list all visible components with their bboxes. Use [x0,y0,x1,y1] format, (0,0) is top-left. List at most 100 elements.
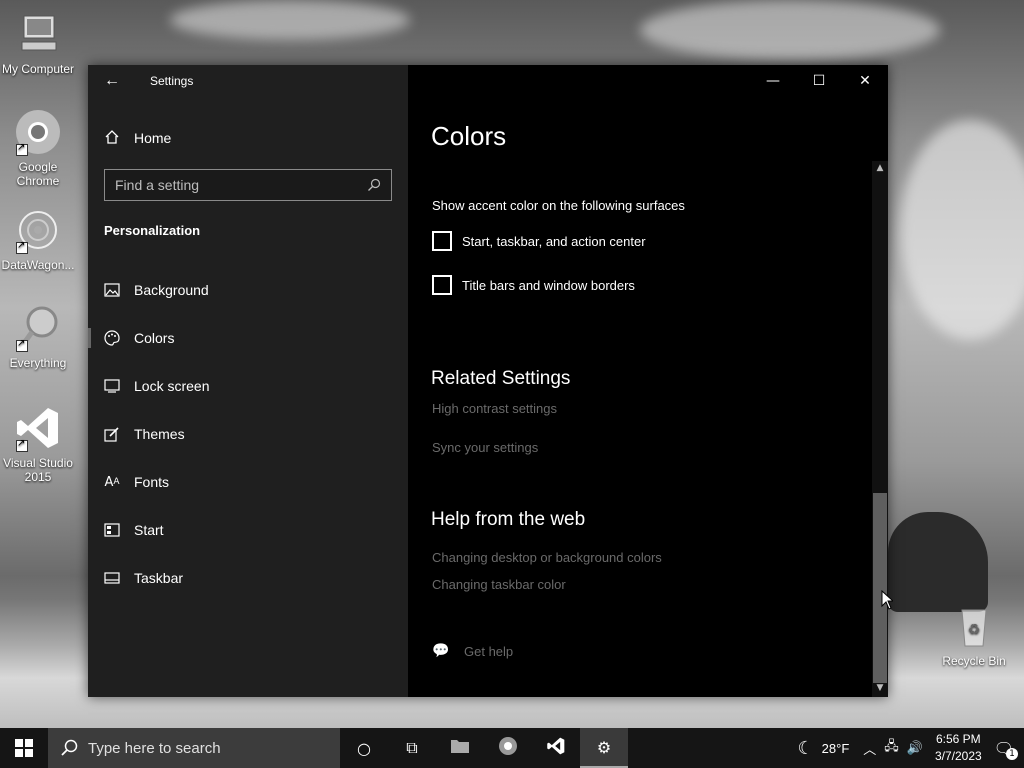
get-help-link[interactable]: 💬 Get help [432,643,513,659]
search-icon[interactable] [367,178,381,192]
checkbox-label: Title bars and window borders [462,277,635,293]
image-icon [104,282,120,298]
sync-settings-link[interactable]: Sync your settings [432,440,538,455]
notification-count: 1 [1006,747,1018,760]
rock [888,512,988,612]
desktop-icon-everything[interactable]: Everything [0,304,76,370]
back-button[interactable]: ← [98,69,126,93]
nav-item-label: Start [134,522,164,538]
start-icon [104,522,120,538]
chrome-icon [498,736,518,760]
lock-screen-icon [104,378,120,394]
help-desktop-colors-link[interactable]: Changing desktop or background colors [432,550,662,565]
cloud [640,0,940,60]
nav-home[interactable]: Home [104,127,171,149]
desktop-icon-label: Recycle Bin [942,654,1006,668]
nav-item-themes[interactable]: Themes [88,412,408,456]
content-scrollbar[interactable]: ▲ ▼ [872,161,888,697]
nav-item-label: Colors [134,330,175,346]
desktop-icon-visual-studio[interactable]: Visual Studio 2015 [0,404,76,484]
network-icon[interactable]: 🖧 [884,737,899,759]
accent-surfaces-heading: Show accent color on the following surfa… [432,198,685,213]
desktop-icon-datawagon[interactable]: DataWagon... [0,206,76,272]
page-title: Colors [431,121,507,151]
desktop-icon-label: Google Chrome [16,160,60,188]
nav-item-taskbar[interactable]: Taskbar [88,556,408,600]
themes-icon [104,426,120,442]
settings-nav-pane: Home Personalization Background Colors L… [88,65,408,697]
desktop-icon-my-computer[interactable]: My Computer [0,10,76,76]
windows-logo-icon [15,739,33,757]
magnifier-icon [14,304,62,352]
nav-item-label: Fonts [134,474,170,490]
settings-window: Home Personalization Background Colors L… [88,65,888,697]
nav-item-background[interactable]: Background [88,268,408,312]
nav-item-label: Background [134,282,209,298]
get-help-label: Get help [464,643,514,659]
chevron-up-icon[interactable]: ︿ [863,739,876,758]
shortcut-arrow-icon [16,240,28,254]
datawagon-icon [14,206,62,254]
volume-icon[interactable]: 🔊 [907,741,923,756]
scroll-up-icon[interactable]: ▲ [872,161,888,175]
help-taskbar-color-link[interactable]: Changing taskbar color [432,577,566,592]
task-view-icon: ⧉ [406,738,418,757]
notifications-icon[interactable]: 🗨 1 [994,739,1018,760]
scroll-thumb[interactable] [873,493,887,683]
cortana-button[interactable]: ○ [340,728,388,768]
cloud [170,0,410,40]
home-icon [104,129,120,148]
back-arrow-icon: ← [104,72,120,89]
desktop-icon-label: DataWagon... [1,258,75,272]
computer-icon [14,10,62,58]
related-settings-heading: Related Settings [431,368,571,389]
recycle-bin-icon: ♻ [950,602,998,650]
checkbox-start-taskbar[interactable]: Start, taskbar, and action center [432,231,646,251]
search-icon [61,739,78,756]
cloud [900,120,1024,340]
chrome-taskbar-button[interactable] [484,728,532,768]
taskbar-search-box[interactable]: Type here to search [48,728,340,768]
visual-studio-taskbar-button[interactable] [532,728,580,768]
clock-time: 6:56 PM [935,732,981,746]
desktop-icon-google-chrome[interactable]: Google Chrome [0,108,76,188]
desktop-icon-label: Visual Studio 2015 [3,456,73,484]
palette-icon [104,330,120,346]
clock[interactable]: 6:56 PM 3/7/2023 [935,731,982,765]
folder-icon [450,738,470,758]
taskbar: Type here to search ○ ⧉ ⚙ ☾ 28°F ︿ 🖧 🔊 6… [0,728,1024,768]
desktop-icon-recycle-bin[interactable]: ♻ Recycle Bin [936,602,1012,668]
high-contrast-link[interactable]: High contrast settings [432,401,557,416]
weather-temperature[interactable]: 28°F [822,741,850,756]
task-view-button[interactable]: ⧉ [388,728,436,768]
nav-item-start[interactable]: Start [88,508,408,552]
scroll-down-icon[interactable]: ▼ [872,681,888,695]
find-setting-input[interactable] [115,177,367,193]
start-button[interactable] [0,728,48,768]
checkbox-box[interactable] [432,231,452,251]
nav-item-lock-screen[interactable]: Lock screen [88,364,408,408]
shortcut-arrow-icon [16,142,28,156]
chrome-icon [14,108,62,156]
svg-text:♻: ♻ [968,621,981,637]
gear-icon: ⚙ [596,737,612,757]
nav-item-fonts[interactable]: AA Fonts [88,460,408,504]
cortana-circle-icon: ○ [357,738,371,758]
nav-item-label: Taskbar [134,570,184,586]
nav-section-personalization: Personalization [104,223,201,238]
nav-item-label: Lock screen [134,378,210,394]
checkbox-title-bars[interactable]: Title bars and window borders [432,275,635,295]
chat-help-icon: 💬 [432,643,450,659]
file-explorer-button[interactable] [436,728,484,768]
taskbar-icon [104,570,120,586]
nav-item-colors[interactable]: Colors [88,316,408,360]
checkbox-label: Start, taskbar, and action center [462,233,646,249]
nav-item-label: Themes [134,426,185,442]
checkbox-box[interactable] [432,275,452,295]
desktop-icon-label: My Computer [1,62,75,76]
settings-taskbar-button[interactable]: ⚙ [580,728,628,768]
moon-weather-icon[interactable]: ☾ [798,738,814,759]
settings-content: Colors Show accent color on the followin… [408,65,888,697]
visual-studio-icon [14,404,62,452]
shortcut-arrow-icon [16,338,28,352]
